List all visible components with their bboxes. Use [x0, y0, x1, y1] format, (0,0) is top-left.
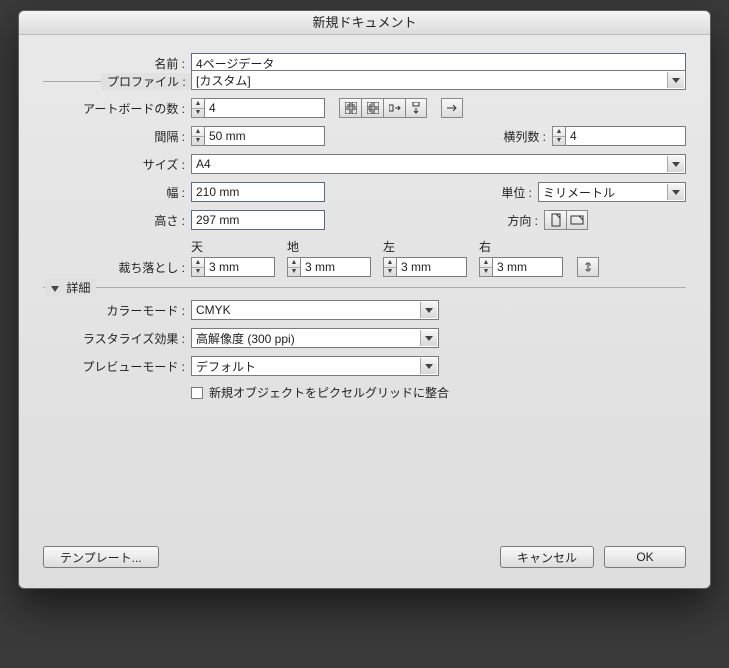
ok-button[interactable]: OK: [604, 546, 686, 568]
bleed-bottom-label: 地: [287, 238, 383, 255]
bleed-label: 裁ち落とし :: [43, 259, 191, 276]
cancel-button[interactable]: キャンセル: [500, 546, 594, 568]
size-value: A4: [196, 157, 211, 171]
bleed-right-input[interactable]: [493, 257, 563, 277]
bleed-top-label: 天: [191, 238, 287, 255]
advanced-disclosure-icon[interactable]: [51, 286, 59, 292]
columns-label: 横列数 :: [503, 128, 552, 145]
align-pixel-grid-label: 新規オブジェクトをピクセルグリッドに整合: [209, 384, 449, 401]
spacing-stepper[interactable]: ▲▼: [191, 126, 325, 146]
link-bleed-icon[interactable]: [577, 257, 599, 277]
size-label: サイズ :: [43, 156, 191, 173]
color-mode-select[interactable]: CMYK: [191, 300, 439, 320]
profile-select[interactable]: [カスタム]: [191, 70, 686, 90]
artboards-input[interactable]: [205, 98, 325, 118]
raster-effects-label: ラスタライズ効果 :: [43, 330, 191, 347]
units-value: ミリメートル: [543, 184, 615, 201]
bleed-header-row: 天 地 左 右: [191, 238, 686, 255]
color-mode-value: CMYK: [196, 303, 231, 317]
profile-value: [カスタム]: [196, 72, 251, 89]
spacing-input[interactable]: [205, 126, 325, 146]
bleed-bottom-input[interactable]: [301, 257, 371, 277]
dialog-title: 新規ドキュメント: [19, 11, 710, 35]
layout-direction-icon[interactable]: [441, 98, 463, 118]
dialog-window: 新規ドキュメント 名前 : プロファイル : [カスタム] アートボードの数 :: [18, 10, 711, 589]
bleed-right-label: 右: [479, 238, 575, 255]
grid-by-row-icon[interactable]: [339, 98, 361, 118]
bleed-left-input[interactable]: [397, 257, 467, 277]
bleed-bottom-stepper[interactable]: ▲▼: [287, 257, 371, 277]
raster-effects-value: 高解像度 (300 ppi): [196, 330, 295, 347]
dialog-content: 名前 : プロファイル : [カスタム] アートボードの数 : ▲▼: [19, 35, 710, 532]
name-label: 名前 :: [43, 55, 191, 72]
arrange-column-icon[interactable]: [405, 98, 427, 118]
bleed-left-label: 左: [383, 238, 479, 255]
color-mode-label: カラーモード :: [43, 302, 191, 319]
preview-mode-label: プレビューモード :: [43, 358, 191, 375]
align-pixel-grid-checkbox[interactable]: [191, 387, 203, 399]
units-select[interactable]: ミリメートル: [538, 182, 686, 202]
profile-label: プロファイル :: [107, 75, 186, 89]
size-select[interactable]: A4: [191, 154, 686, 174]
preview-mode-value: デフォルト: [196, 358, 256, 375]
orientation-label: 方向 :: [507, 212, 544, 229]
columns-stepper[interactable]: ▲▼: [552, 126, 686, 146]
advanced-label: 詳細: [66, 281, 90, 295]
orientation-landscape-icon[interactable]: [566, 210, 588, 230]
units-label: 単位 :: [501, 184, 538, 201]
orientation-group: [544, 210, 588, 230]
bleed-top-input[interactable]: [205, 257, 275, 277]
width-label: 幅 :: [43, 184, 191, 201]
bleed-top-stepper[interactable]: ▲▼: [191, 257, 275, 277]
templates-button[interactable]: テンプレート...: [43, 546, 159, 568]
artboards-stepper[interactable]: ▲▼: [191, 98, 325, 118]
bleed-left-stepper[interactable]: ▲▼: [383, 257, 467, 277]
raster-effects-select[interactable]: 高解像度 (300 ppi): [191, 328, 439, 348]
orientation-portrait-icon[interactable]: [544, 210, 566, 230]
columns-input[interactable]: [566, 126, 686, 146]
arrange-row-icon[interactable]: [383, 98, 405, 118]
grid-by-column-icon[interactable]: [361, 98, 383, 118]
preview-mode-select[interactable]: デフォルト: [191, 356, 439, 376]
dialog-footer: テンプレート... キャンセル OK: [19, 532, 710, 588]
bleed-right-stepper[interactable]: ▲▼: [479, 257, 563, 277]
artboard-layout-group: [339, 98, 427, 118]
artboards-label: アートボードの数 :: [43, 100, 191, 117]
height-input[interactable]: [191, 210, 325, 230]
spacing-label: 間隔 :: [43, 128, 191, 145]
width-input[interactable]: [191, 182, 325, 202]
height-label: 高さ :: [43, 212, 191, 229]
